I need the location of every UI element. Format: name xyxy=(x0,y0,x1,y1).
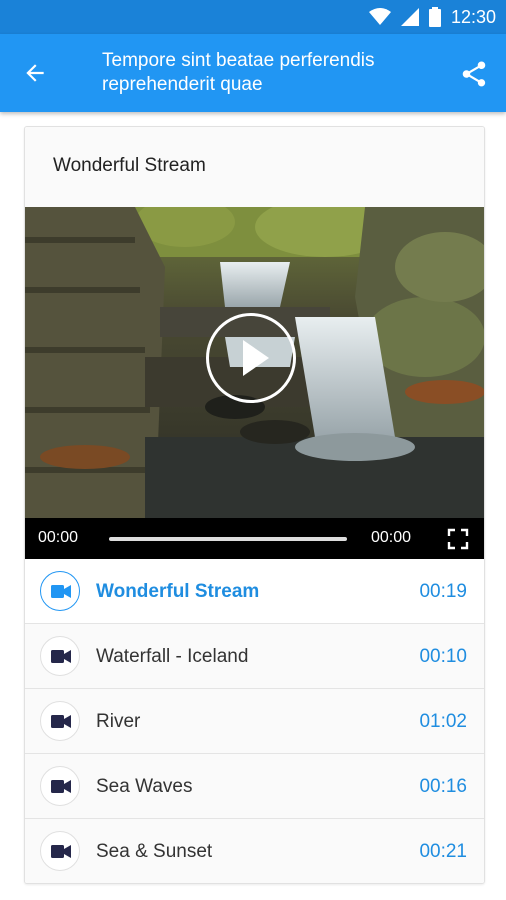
status-bar: 12:30 xyxy=(0,0,506,34)
video-camera-icon xyxy=(40,571,80,611)
list-item[interactable]: River 01:02 xyxy=(25,689,484,754)
current-time: 00:00 xyxy=(38,529,79,546)
video-camera-icon xyxy=(40,766,80,806)
arrow-left-icon xyxy=(26,64,44,82)
duration-time: 00:00 xyxy=(371,529,412,546)
app-bar: Tempore sint beatae perferendis reprehen… xyxy=(0,34,506,112)
list-item-title: River xyxy=(96,711,141,732)
video-camera-icon xyxy=(40,701,80,741)
playlist: Wonderful Stream 00:19 Waterfall - Icela… xyxy=(25,559,484,883)
list-item-duration: 00:19 xyxy=(419,581,467,602)
play-button[interactable] xyxy=(206,313,296,403)
video-card: Wonderful Stream 00:00 00:00 Wonderful S… xyxy=(24,126,485,884)
play-icon xyxy=(243,340,269,376)
share-icon xyxy=(462,61,486,87)
page-title: Tempore sint beatae perferendis reprehen… xyxy=(102,50,375,95)
list-item-title: Sea Waves xyxy=(96,776,193,797)
list-item[interactable]: Waterfall - Iceland 00:10 xyxy=(25,624,484,689)
list-item-duration: 00:16 xyxy=(419,776,467,797)
list-item[interactable]: Sea & Sunset 00:21 xyxy=(25,819,484,883)
status-time: 12:30 xyxy=(450,6,496,27)
status-icons: 12:30 xyxy=(368,0,496,34)
back-button[interactable] xyxy=(18,57,58,89)
share-button[interactable] xyxy=(456,56,492,92)
video-title: Wonderful Stream xyxy=(53,155,206,176)
list-item-title: Wonderful Stream xyxy=(96,581,260,602)
list-item-title: Sea & Sunset xyxy=(96,841,213,862)
video-controls: 00:00 00:00 xyxy=(25,518,484,559)
fullscreen-icon[interactable] xyxy=(447,528,469,550)
list-item-duration: 01:02 xyxy=(419,711,467,732)
video-camera-icon xyxy=(40,636,80,676)
video-camera-icon xyxy=(40,831,80,871)
list-item-title: Waterfall - Iceland xyxy=(96,646,249,667)
list-item[interactable]: Wonderful Stream 00:19 xyxy=(25,559,484,624)
progress-bar[interactable] xyxy=(109,537,347,541)
card-header: Wonderful Stream xyxy=(25,127,484,208)
video-player[interactable]: 00:00 00:00 xyxy=(25,207,484,559)
signal-icon xyxy=(400,8,419,26)
battery-icon xyxy=(428,7,441,27)
list-item-duration: 00:21 xyxy=(419,841,467,862)
list-item-duration: 00:10 xyxy=(419,646,467,667)
wifi-icon xyxy=(368,8,391,25)
list-item[interactable]: Sea Waves 00:16 xyxy=(25,754,484,819)
